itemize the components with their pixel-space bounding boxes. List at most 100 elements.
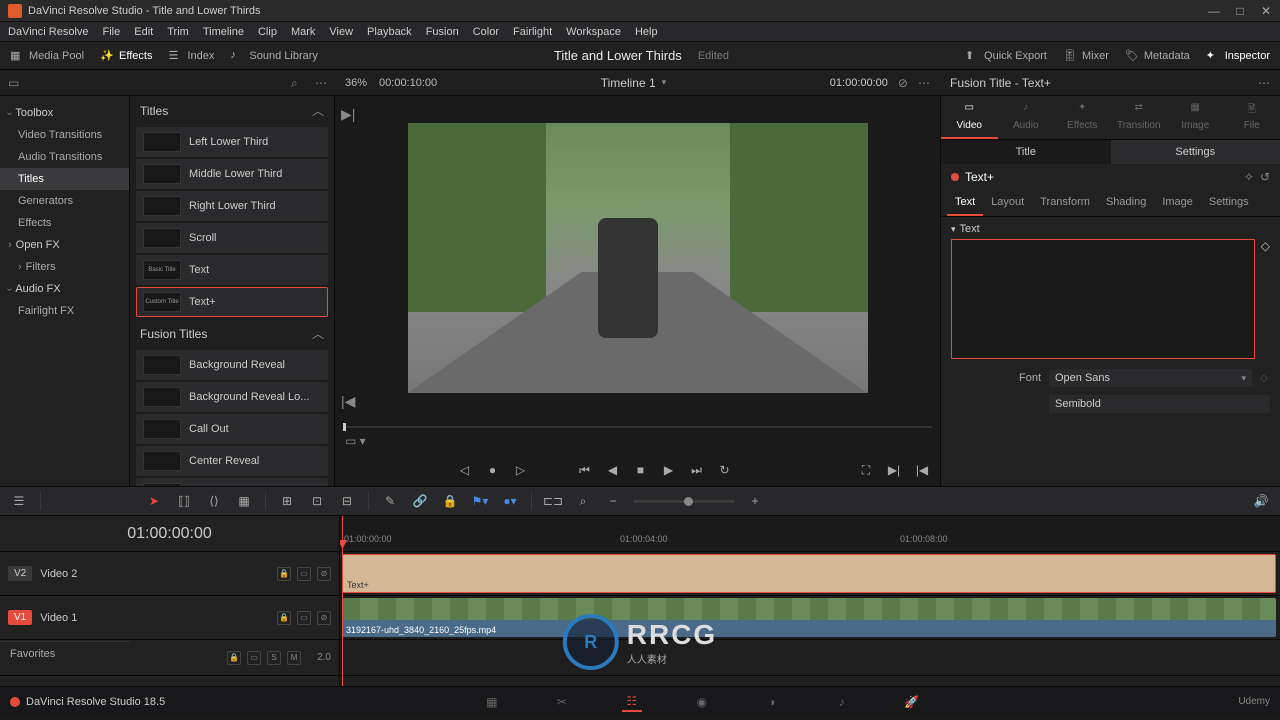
track-auto-icon[interactable]: ▭ <box>297 611 311 625</box>
ft-call-out[interactable]: Call Out <box>136 414 328 444</box>
track-solo-icon[interactable]: S <box>267 651 281 665</box>
titles-section-header[interactable]: Titles︿ <box>130 96 334 125</box>
page-fairlight[interactable]: ♪ <box>832 692 852 712</box>
play-button[interactable]: ▶ <box>661 462 677 478</box>
menu-playback[interactable]: Playback <box>367 26 412 38</box>
menu-view[interactable]: View <box>329 26 353 38</box>
title-item-text-plus[interactable]: Custom TitleText+ <box>136 287 328 317</box>
cat-titles[interactable]: Titles <box>0 168 129 190</box>
menu-fairlight[interactable]: Fairlight <box>513 26 552 38</box>
link-icon[interactable]: 🔗 <box>411 492 429 510</box>
viewer-canvas[interactable] <box>408 123 868 393</box>
toolbox-group[interactable]: Toolbox <box>0 102 129 124</box>
page-edit[interactable]: ☷ <box>622 692 642 712</box>
inspector-toggle[interactable]: ✦Inspector <box>1206 49 1270 63</box>
next-clip-icon[interactable]: ▶| <box>886 462 902 478</box>
track-tag-v2[interactable]: V2 <box>8 566 32 581</box>
dynamic-trim-icon[interactable]: ⟨⟩ <box>205 492 223 510</box>
ft-clean-simple[interactable]: Clean and Simple <box>136 478 328 486</box>
insp-tab-audio[interactable]: ♪Audio <box>998 96 1055 139</box>
track-auto-icon[interactable]: ▭ <box>297 567 311 581</box>
timeline-name[interactable]: Timeline 1 <box>601 76 656 90</box>
blade-edit-icon[interactable]: ✎ <box>381 492 399 510</box>
text-section-header[interactable]: ▾Text <box>951 223 1270 235</box>
next-edit-icon[interactable]: ▷ <box>513 462 529 478</box>
insert-clip-icon[interactable]: ⊞ <box>278 492 296 510</box>
track-header-v2[interactable]: V2 Video 2 🔒▭⊘ <box>0 552 339 596</box>
track-tag-v1[interactable]: V1 <box>8 610 32 625</box>
insp-tab-transition[interactable]: ⇄Transition <box>1111 96 1168 139</box>
viewer-zoom[interactable]: 36% <box>345 77 367 89</box>
insp-tab-image[interactable]: ▦Image <box>1167 96 1224 139</box>
track-v2[interactable]: Text+ <box>340 552 1280 596</box>
insp-tab-video[interactable]: ▭Video <box>941 96 998 139</box>
effects-toggle[interactable]: ✨Effects <box>100 49 152 63</box>
cat-audio-transitions[interactable]: Audio Transitions <box>0 146 129 168</box>
crop-tool-icon[interactable]: ▭ ▾ <box>345 434 366 448</box>
menu-help[interactable]: Help <box>635 26 658 38</box>
viewer-expand-icon[interactable]: |◀ <box>341 393 355 410</box>
selection-tool[interactable]: ➤ <box>145 492 163 510</box>
flag-icon[interactable]: ⚑▾ <box>471 492 489 510</box>
title-item-text[interactable]: Basic TitleText <box>136 255 328 285</box>
step-back-button[interactable]: ◀ <box>605 462 621 478</box>
lock-icon[interactable]: 🔒 <box>441 492 459 510</box>
menu-workspace[interactable]: Workspace <box>566 26 621 38</box>
track-lock-icon[interactable]: 🔒 <box>227 651 241 665</box>
page-color[interactable]: ◑ <box>762 692 782 712</box>
openfx-group[interactable]: Open FX <box>0 234 129 256</box>
home-indicator[interactable]: DaVinci Resolve Studio 18.5 <box>10 696 165 708</box>
track-header-v1[interactable]: V1 Video 1 🔒▭⊘ <box>0 596 339 640</box>
search-timeline-icon[interactable]: ⌕ <box>574 492 592 510</box>
track-mute-icon[interactable]: M <box>287 651 301 665</box>
ft-background-reveal[interactable]: Background Reveal <box>136 350 328 380</box>
match-frame-icon[interactable]: ▶| <box>341 106 355 123</box>
stop-button[interactable]: ■ <box>633 462 649 478</box>
loop-button[interactable]: ↻ <box>717 462 733 478</box>
text-tab-text[interactable]: Text <box>947 190 983 216</box>
menu-color[interactable]: Color <box>473 26 499 38</box>
title-item-middle-lower-third[interactable]: Middle Lower Third <box>136 159 328 189</box>
keyframe-nav-icon[interactable]: ✧ <box>1244 170 1254 184</box>
menu-mark[interactable]: Mark <box>291 26 315 38</box>
track-v1[interactable]: 3192167-uhd_3840_2160_25fps.mp4 <box>340 596 1280 640</box>
mark-in-icon[interactable]: ● <box>485 462 501 478</box>
sound-library-toggle[interactable]: ♪Sound Library <box>230 49 318 63</box>
cat-filters[interactable]: Filters <box>0 256 129 278</box>
media-pool-toggle[interactable]: ▦Media Pool <box>10 49 84 63</box>
menu-clip[interactable]: Clip <box>258 26 277 38</box>
font-select[interactable]: Open Sans▾ <box>1049 369 1252 387</box>
inspector-menu-icon[interactable]: ⋯ <box>1258 76 1270 90</box>
clip-text-plus[interactable]: Text+ <box>342 554 1276 593</box>
search-icon[interactable]: ⌕ <box>291 76 305 90</box>
track-disable-icon[interactable]: ⊘ <box>317 567 331 581</box>
panel-view-icon[interactable]: ▭ <box>8 76 19 90</box>
ft-background-reveal-lo[interactable]: Background Reveal Lo... <box>136 382 328 412</box>
bypass-icon[interactable]: ⊘ <box>898 76 908 90</box>
reset-icon[interactable]: ↺ <box>1260 170 1270 184</box>
prev-edit-icon[interactable]: ◁ <box>457 462 473 478</box>
close-button[interactable]: ✕ <box>1260 5 1272 17</box>
font-weight-select[interactable]: Semibold <box>1049 395 1270 413</box>
fullscreen-icon[interactable]: ⛶ <box>858 462 874 478</box>
insp-tab-file[interactable]: 🗎File <box>1224 96 1280 139</box>
node-enable-dot[interactable] <box>951 173 959 181</box>
title-item-scroll[interactable]: Scroll <box>136 223 328 253</box>
goto-end-button[interactable]: ⏭ <box>689 462 705 478</box>
maximize-button[interactable]: □ <box>1234 5 1246 17</box>
timeline-ruler[interactable]: 01:00:00:00 01:00:04:00 01:00:08:00 <box>340 516 1280 552</box>
quick-export-button[interactable]: ⬆Quick Export <box>965 49 1047 63</box>
font-keyframe-icon[interactable]: ◇ <box>1260 373 1270 384</box>
text-keyframe-icon[interactable]: ◇ <box>1261 239 1270 253</box>
track-lock-icon[interactable]: 🔒 <box>277 567 291 581</box>
ft-center-reveal[interactable]: Center Reveal <box>136 446 328 476</box>
timeline-dropdown-icon[interactable]: ▾ <box>662 77 667 88</box>
menu-file[interactable]: File <box>103 26 121 38</box>
marker-icon[interactable]: ●▾ <box>501 492 519 510</box>
zoom-in-icon[interactable]: + <box>746 492 764 510</box>
track-record-icon[interactable]: ▭ <box>247 651 261 665</box>
text-tab-shading[interactable]: Shading <box>1098 190 1154 216</box>
playhead[interactable] <box>342 516 343 686</box>
mixer-toggle[interactable]: 🎚Mixer <box>1063 49 1109 63</box>
menu-trim[interactable]: Trim <box>167 26 189 38</box>
